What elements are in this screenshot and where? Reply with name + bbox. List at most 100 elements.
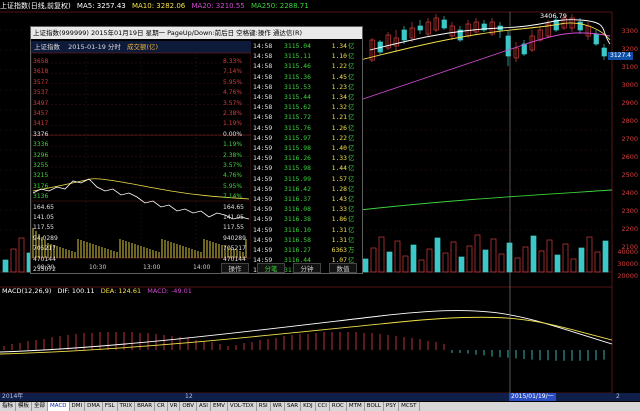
tick-time: 14:58 bbox=[253, 103, 273, 112]
tick-time: 14:59 bbox=[253, 205, 273, 214]
volume-bar bbox=[498, 253, 505, 273]
tick-row: 14:58 3115.53 1.23 亿 bbox=[251, 82, 361, 92]
indicator-tab-vol-tdx[interactable]: VOL-TDX bbox=[228, 402, 257, 411]
tick-row: 14:59 3116.27 6363 万 bbox=[251, 245, 361, 255]
tick-row: 14:58 3115.46 1.22 亿 bbox=[251, 61, 361, 71]
tick-bs: 亿 bbox=[348, 133, 355, 142]
price-axis-tick: 2800 bbox=[621, 117, 638, 125]
intraday-chart[interactable] bbox=[31, 41, 251, 263]
volume-bar bbox=[18, 237, 25, 273]
popup-tab-3[interactable]: 数值 bbox=[329, 263, 357, 273]
intraday-right-tick: 470144 bbox=[223, 255, 246, 263]
indicator-tab-cci[interactable]: CCI bbox=[316, 402, 330, 411]
intraday-left-tick: 141.05 bbox=[33, 214, 54, 221]
tick-price: 3115.97 bbox=[284, 133, 311, 142]
tick-time: 14:58 bbox=[253, 93, 273, 101]
tick-row: 14:59 3115.99 1.57 亿 bbox=[251, 174, 361, 184]
indicator-tab-指标[interactable]: 指标 bbox=[0, 402, 17, 411]
volume-bar bbox=[522, 246, 529, 273]
indicator-tab-brar[interactable]: BRAR bbox=[135, 402, 156, 411]
candle-body bbox=[417, 25, 423, 31]
indicator-tab-sar[interactable]: SAR bbox=[285, 402, 302, 411]
price-axis-tick: 2500 bbox=[621, 171, 638, 179]
indicator-tab-vr[interactable]: VR bbox=[168, 402, 181, 411]
indicator-tab-boll[interactable]: BOLL bbox=[365, 402, 384, 411]
tick-price: 3116.08 bbox=[284, 205, 311, 214]
current-price-tag: 3127.4 bbox=[608, 52, 633, 60]
indicator-tab-全部[interactable]: 全部 bbox=[32, 402, 49, 411]
indicator-tab-fsl[interactable]: FSL bbox=[103, 402, 118, 411]
tick-vol: 1.32 bbox=[331, 103, 347, 112]
tick-bs: 亿 bbox=[348, 144, 355, 152]
tick-bs: 亿 bbox=[348, 52, 355, 61]
tick-time: 14:59 bbox=[253, 225, 273, 234]
intraday-left-tick: 164.65 bbox=[33, 203, 54, 211]
indicator-tab-mcst[interactable]: MCST bbox=[399, 402, 420, 411]
volume-bar bbox=[506, 242, 513, 273]
intraday-left-tick: 3618 bbox=[33, 68, 49, 76]
indicator-tab-rsi[interactable]: RSI bbox=[257, 402, 271, 411]
indicator-tab-模板[interactable]: 模板 bbox=[16, 402, 33, 411]
indicator-tab-wr[interactable]: WR bbox=[271, 402, 285, 411]
tick-row: 14:58 3115.36 1.45 亿 bbox=[251, 72, 361, 82]
intraday-time-tick: 10:30 bbox=[89, 264, 107, 271]
intraday-left-tick: 3336 bbox=[33, 141, 49, 149]
intraday-left-tick: 3417 bbox=[33, 120, 49, 128]
indicator-tab-cr[interactable]: CR bbox=[155, 402, 168, 411]
indicator-tab-mtm[interactable]: MTM bbox=[347, 402, 365, 411]
intraday-left-tick: 3457 bbox=[33, 110, 49, 117]
price-axis-tick: 2700 bbox=[621, 135, 638, 143]
intraday-popup-window[interactable]: 上证指数(999999) 2015年01月19日 星期一 PageUp/Down… bbox=[30, 26, 363, 274]
tick-price: 3116.38 bbox=[284, 215, 311, 224]
intraday-left-tick: 3577 bbox=[33, 78, 49, 86]
volume-bar bbox=[546, 239, 553, 273]
ma10-value: MA10: 3282.06 bbox=[131, 2, 186, 10]
tick-time: 14:59 bbox=[253, 184, 273, 193]
tick-row: 14:58 3115.62 1.32 亿 bbox=[251, 102, 361, 112]
candlesticks bbox=[369, 14, 607, 66]
volume-bar bbox=[426, 248, 433, 273]
price-axis-tick: 3100 bbox=[621, 63, 638, 71]
tick-row: 14:59 3116.58 1.31 亿 bbox=[251, 235, 361, 245]
indicator-tab-obv[interactable]: OBV bbox=[180, 402, 198, 411]
indicator-tab-asi[interactable]: ASI bbox=[197, 402, 211, 411]
popup-tab-0[interactable]: 操作 bbox=[221, 263, 249, 273]
indicator-tab-macd[interactable]: MACD bbox=[48, 402, 70, 411]
tick-time: 14:59 bbox=[253, 133, 273, 142]
tick-vol: 1.86 bbox=[331, 215, 347, 224]
moving-average-lines bbox=[359, 19, 613, 211]
tick-price: 3115.44 bbox=[284, 93, 311, 101]
intraday-right-tick: 117.55 bbox=[223, 224, 244, 232]
volume-bar bbox=[538, 250, 545, 273]
popup-title-bar[interactable]: 上证指数(999999) 2015年01月19日 星期一 PageUp/Down… bbox=[31, 27, 362, 39]
intraday-left-tick: 117.55 bbox=[33, 224, 54, 232]
tick-row: 14:58 3115.04 1.34 亿 bbox=[251, 41, 361, 51]
indicator-tab-psy[interactable]: PSY bbox=[384, 402, 400, 411]
price-axis-tick: 2900 bbox=[621, 99, 638, 107]
volume-bar bbox=[554, 254, 561, 273]
popup-tab-2[interactable]: 分钟 bbox=[293, 263, 321, 273]
tick-bs: 亿 bbox=[348, 235, 355, 244]
indicator-tab-roc[interactable]: ROC bbox=[330, 402, 347, 411]
indicator-tab-kdj[interactable]: KDJ bbox=[301, 402, 316, 411]
indicator-tab-dma[interactable]: DMA bbox=[85, 402, 103, 411]
intraday-left-tick: 3255 bbox=[33, 162, 49, 169]
candle-body bbox=[593, 33, 599, 45]
indicator-tab-trix[interactable]: TRIX bbox=[118, 402, 136, 411]
price-axis-tick: 2600 bbox=[621, 153, 638, 161]
tick-time: 14:59 bbox=[253, 164, 273, 173]
ma5-value: MA5: 3257.43 bbox=[76, 2, 126, 10]
tick-row: 14:59 3115.98 1.40 亿 bbox=[251, 143, 361, 153]
intraday-left-tick: 705217 bbox=[33, 245, 56, 253]
tick-vol: 1.22 bbox=[331, 62, 347, 71]
date-axis-label: 2014年 bbox=[2, 393, 24, 400]
tick-time: 14:59 bbox=[253, 154, 273, 163]
tick-bs: 亿 bbox=[348, 82, 355, 91]
tick-row: 14:59 3115.98 1.44 亿 bbox=[251, 163, 361, 173]
volume-bar bbox=[362, 258, 369, 273]
volume-axis-tick: 30000 bbox=[617, 260, 638, 268]
intraday-right-tick: 3.57% bbox=[223, 99, 243, 107]
popup-tab-1[interactable]: 分笔 bbox=[257, 263, 285, 273]
indicator-tab-dmi[interactable]: DMI bbox=[70, 402, 86, 411]
indicator-tab-emv[interactable]: EMV bbox=[211, 402, 228, 411]
